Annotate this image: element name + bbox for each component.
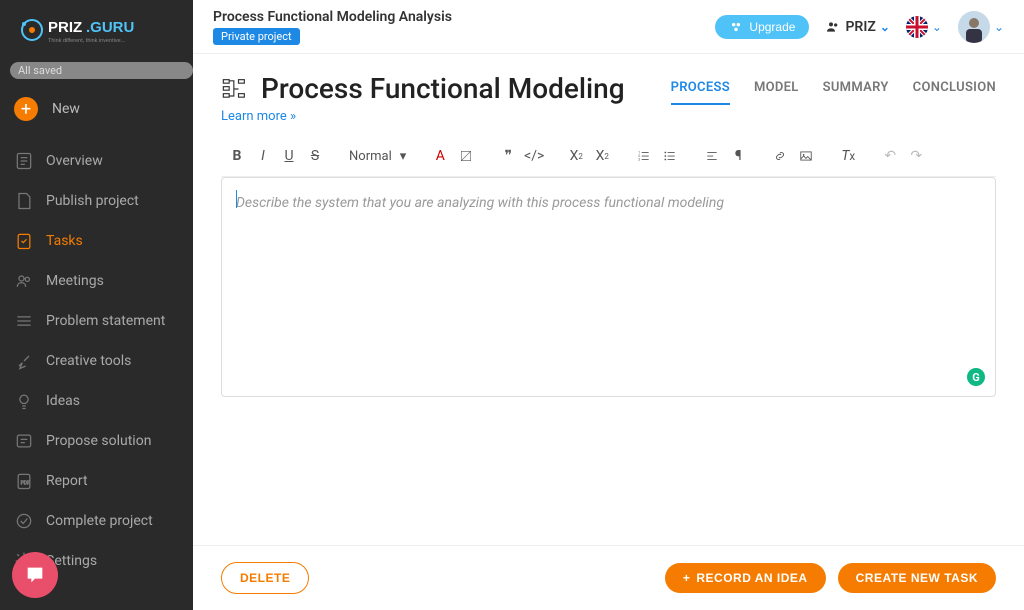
underline-button[interactable]: U (277, 144, 301, 168)
tab-process[interactable]: PROCESS (671, 72, 730, 105)
propose-icon (14, 431, 34, 451)
flag-icon (906, 16, 928, 38)
upgrade-button[interactable]: Upgrade (715, 15, 809, 39)
private-badge: Private project (213, 28, 300, 45)
editor-placeholder: Describe the system that you are analyzi… (236, 195, 724, 211)
delete-button[interactable]: DELETE (221, 562, 309, 594)
grammarly-icon[interactable]: G (967, 368, 985, 386)
svg-text:PDF: PDF (21, 480, 30, 486)
create-task-button[interactable]: CREATE NEW TASK (838, 563, 996, 593)
sidebar-item-label: Creative tools (46, 353, 131, 369)
subscript-button[interactable]: X2 (564, 144, 588, 168)
superscript-button[interactable]: X2 (590, 144, 614, 168)
project-title: Process Functional Modeling Analysis (213, 9, 452, 25)
rtl-button[interactable]: ¶ (726, 144, 750, 168)
sidebar-nav: Overview Publish project Tasks Meetings … (0, 141, 193, 581)
topbar: Process Functional Modeling Analysis Pri… (193, 0, 1024, 54)
sidebar-item-overview[interactable]: Overview (0, 141, 193, 181)
italic-button[interactable]: I (251, 144, 275, 168)
svg-text:Think different, think inventi: Think different, think inventive... (48, 38, 126, 44)
format-select[interactable]: Normal▾ (345, 147, 410, 166)
ordered-list-button[interactable]: 123 (632, 144, 656, 168)
editor-body[interactable]: Describe the system that you are analyzi… (221, 177, 996, 397)
plus-icon: + (683, 571, 691, 585)
avatar (958, 11, 990, 43)
sidebar-item-creative[interactable]: Creative tools (0, 341, 193, 381)
svg-text:3: 3 (638, 158, 640, 162)
tabs: PROCESS MODEL SUMMARY CONCLUSION (671, 72, 996, 105)
sidebar-item-label: Problem statement (46, 313, 165, 329)
sidebar-item-meetings[interactable]: Meetings (0, 261, 193, 301)
sidebar-item-label: Complete project (46, 513, 153, 529)
overview-icon (14, 151, 34, 171)
sidebar-item-tasks[interactable]: Tasks (0, 221, 193, 261)
workspace-selector[interactable]: PRIZ ⌄ (825, 19, 889, 35)
sidebar-item-label: Tasks (46, 233, 83, 249)
plus-icon: + (14, 97, 38, 121)
language-selector[interactable]: ⌄ (906, 16, 942, 38)
saved-badge: All saved (10, 62, 193, 79)
sidebar-item-label: Overview (46, 153, 103, 169)
bg-color-button[interactable] (454, 144, 478, 168)
chevron-down-icon: ⌄ (932, 20, 942, 34)
user-menu[interactable]: ⌄ (958, 11, 1004, 43)
sidebar-item-label: Meetings (46, 273, 104, 289)
sidebar-item-label: Propose solution (46, 433, 151, 449)
page-title: Process Functional Modeling (261, 72, 625, 105)
report-icon: PDF (14, 471, 34, 491)
learn-more-link[interactable]: Learn more » (221, 109, 296, 124)
chevron-down-icon: ⌄ (880, 20, 890, 34)
creative-icon (14, 351, 34, 371)
sidebar: PRIZ .GURU Think different, think invent… (0, 0, 193, 610)
text-color-button[interactable]: A (428, 144, 452, 168)
complete-icon (14, 511, 34, 531)
ideas-icon (14, 391, 34, 411)
strike-button[interactable]: S (303, 144, 327, 168)
pfm-icon (221, 75, 249, 103)
chat-icon (24, 564, 46, 586)
image-button[interactable] (794, 144, 818, 168)
redo-button[interactable]: ↷ (904, 144, 928, 168)
sidebar-item-complete[interactable]: Complete project (0, 501, 193, 541)
sidebar-item-label: Publish project (46, 193, 139, 209)
new-button[interactable]: + New (0, 91, 193, 127)
chat-button[interactable] (12, 552, 58, 598)
quote-button[interactable]: ❞ (496, 144, 520, 168)
team-icon (825, 19, 841, 35)
editor-toolbar: B I U S Normal▾ A ❞ </> X2 X2 123 (221, 136, 996, 177)
svg-text:PRIZ: PRIZ (48, 19, 82, 36)
new-label: New (52, 101, 80, 117)
tab-summary[interactable]: SUMMARY (823, 72, 889, 105)
link-button[interactable] (768, 144, 792, 168)
upgrade-icon (729, 20, 743, 34)
problem-icon (14, 311, 34, 331)
text-cursor (236, 190, 237, 208)
sidebar-item-publish[interactable]: Publish project (0, 181, 193, 221)
code-button[interactable]: </> (522, 144, 546, 168)
sidebar-item-ideas[interactable]: Ideas (0, 381, 193, 421)
record-idea-button[interactable]: + RECORD AN IDEA (665, 563, 826, 593)
workspace-name: PRIZ (845, 19, 875, 35)
meetings-icon (14, 271, 34, 291)
bullet-list-button[interactable] (658, 144, 682, 168)
align-button[interactable] (700, 144, 724, 168)
sidebar-item-label: Ideas (46, 393, 80, 409)
tab-model[interactable]: MODEL (754, 72, 799, 105)
footer: DELETE + RECORD AN IDEA CREATE NEW TASK (193, 545, 1024, 610)
bold-button[interactable]: B (225, 144, 249, 168)
chevron-down-icon: ⌄ (994, 20, 1004, 34)
logo[interactable]: PRIZ .GURU Think different, think invent… (0, 0, 193, 58)
sidebar-item-propose[interactable]: Propose solution (0, 421, 193, 461)
clear-format-button[interactable]: Tx (836, 144, 860, 168)
tab-conclusion[interactable]: CONCLUSION (913, 72, 996, 105)
sidebar-item-label: Report (46, 473, 88, 489)
tasks-icon (14, 231, 34, 251)
svg-text:.GURU: .GURU (86, 19, 134, 36)
sidebar-item-report[interactable]: PDF Report (0, 461, 193, 501)
sidebar-item-problem[interactable]: Problem statement (0, 301, 193, 341)
undo-button[interactable]: ↶ (878, 144, 902, 168)
publish-icon (14, 191, 34, 211)
